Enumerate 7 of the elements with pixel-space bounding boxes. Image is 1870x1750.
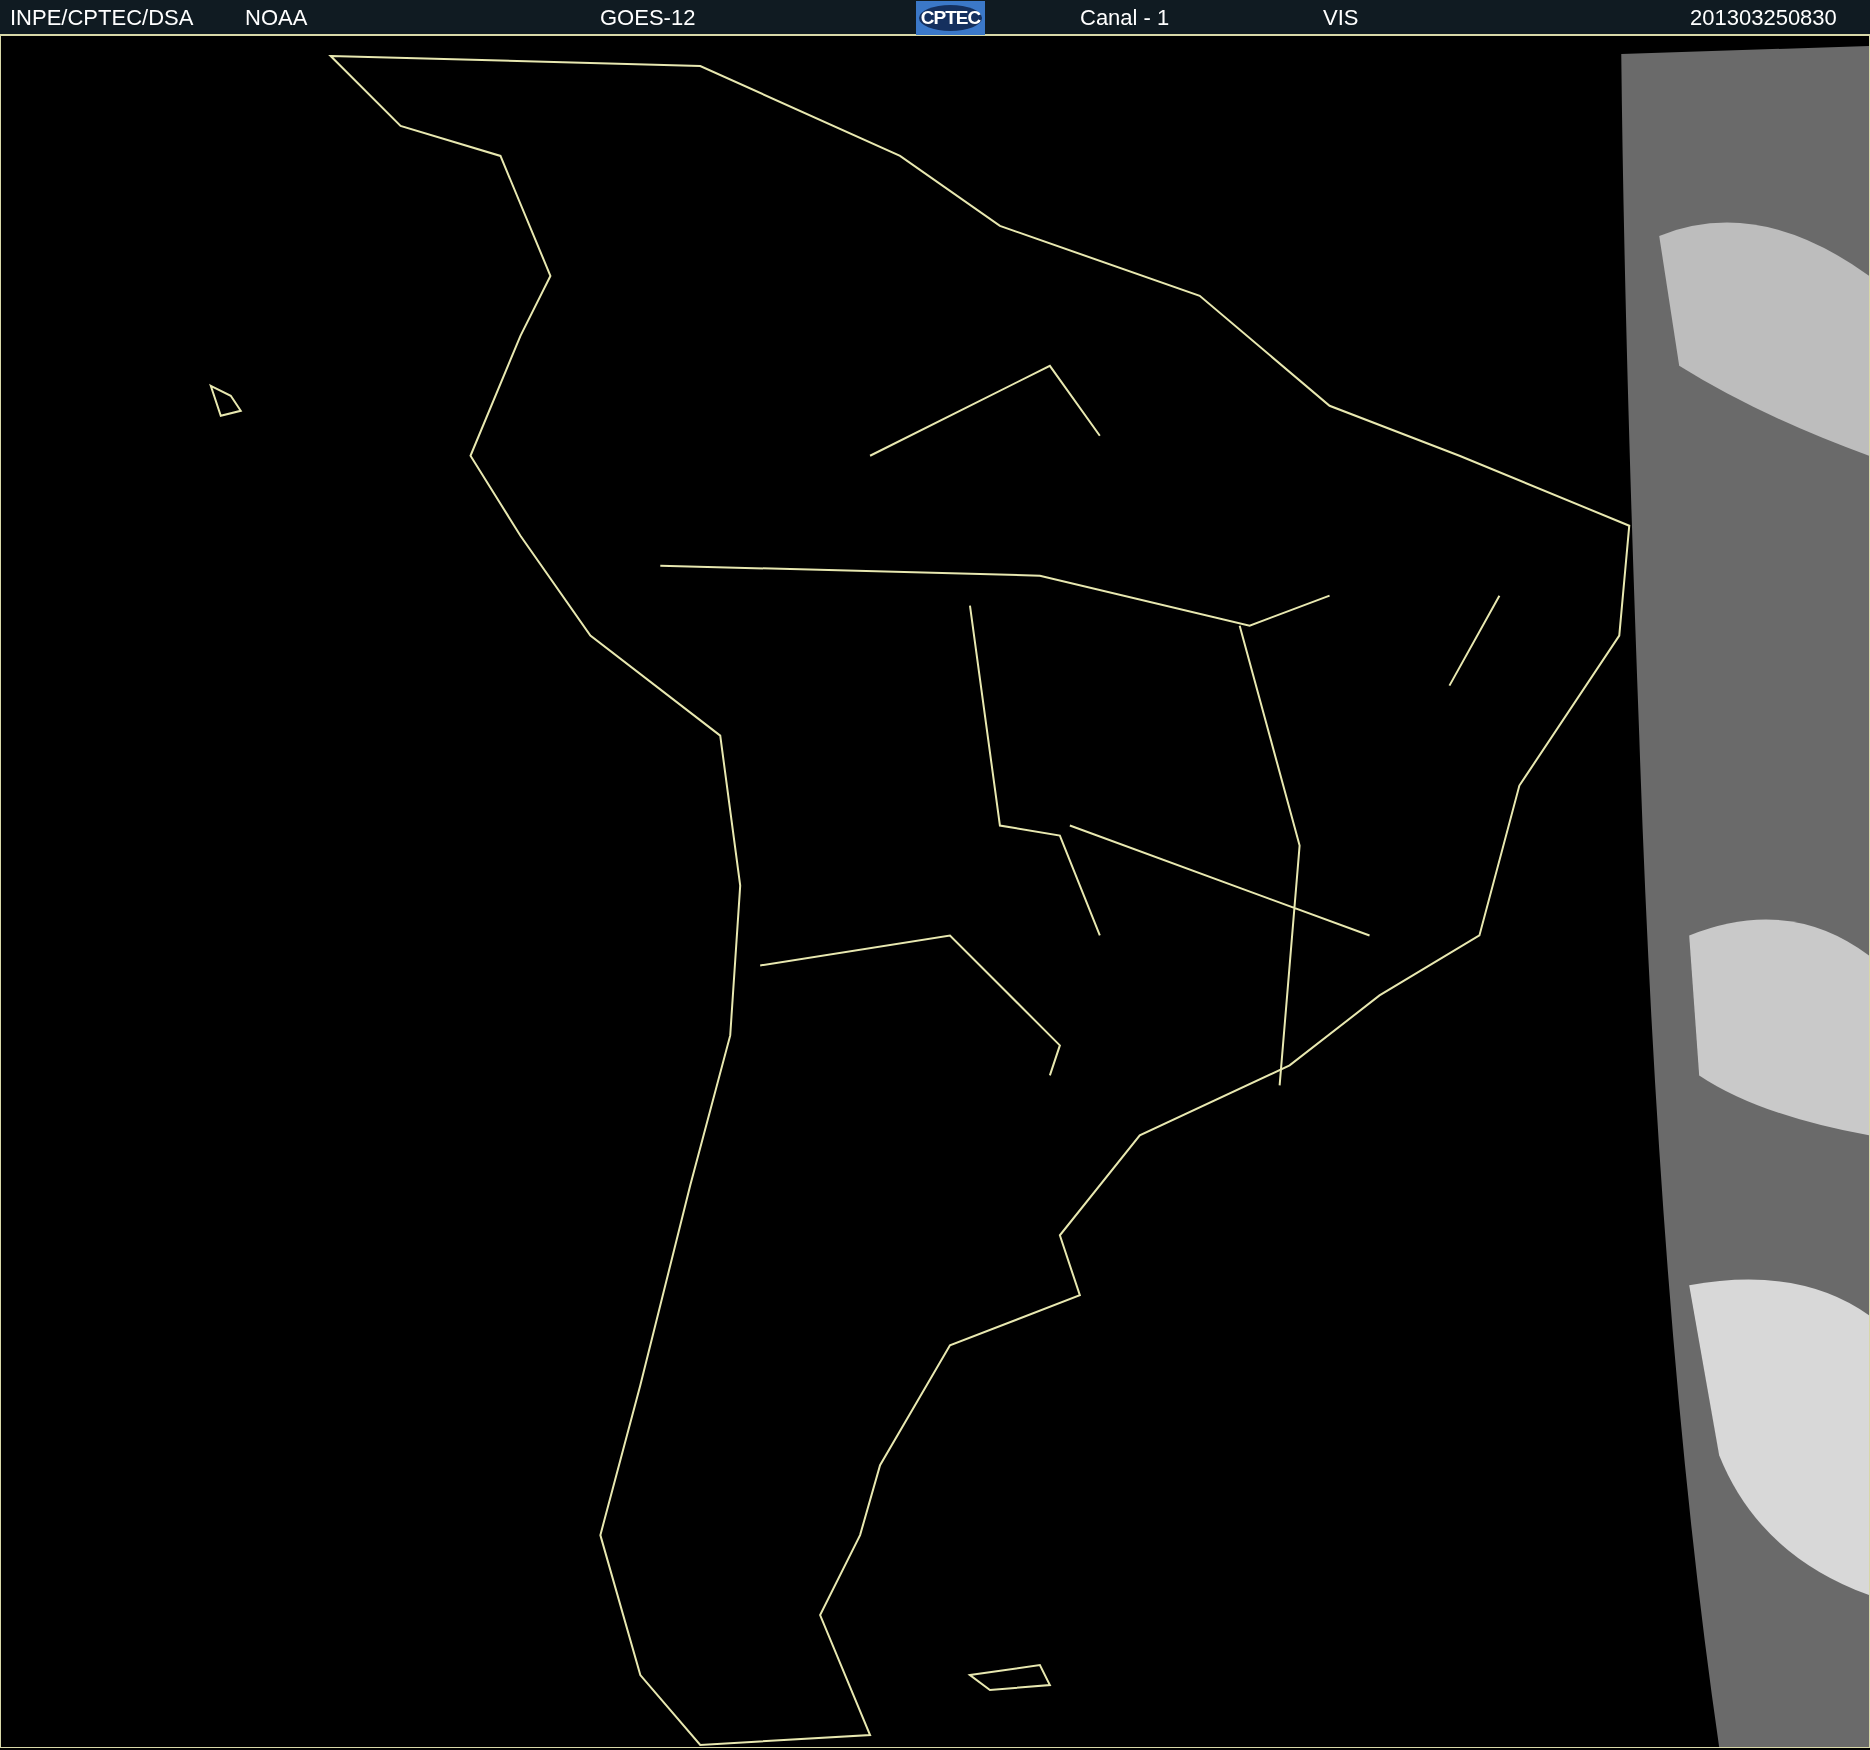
logo: CPTEC — [916, 1, 985, 35]
header-label: INPE/CPTEC/DSA — [10, 5, 194, 31]
header-label: NOAA — [245, 5, 308, 31]
header-label: VIS — [1323, 5, 1359, 31]
header-label: GOES-12 — [600, 5, 696, 31]
header-label: 201303250830 — [1690, 5, 1837, 31]
header-label: Canal - 1 — [1080, 5, 1170, 31]
